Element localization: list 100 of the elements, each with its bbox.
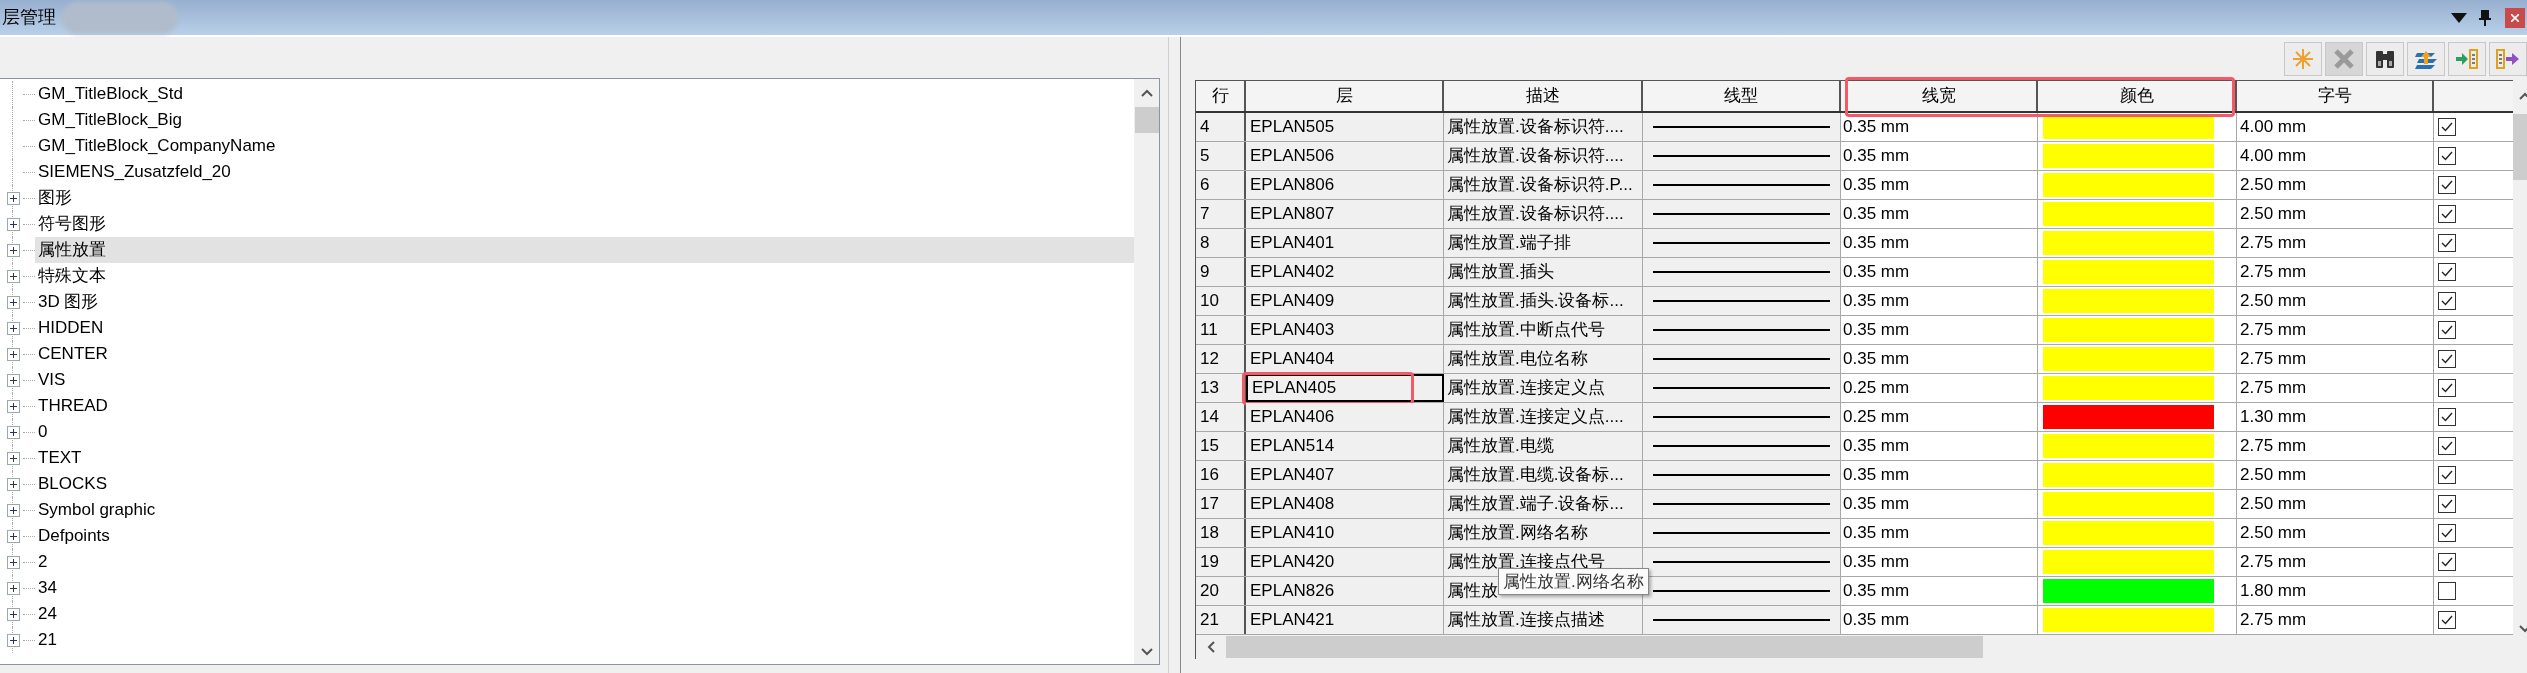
color-swatch[interactable] xyxy=(2043,492,2214,516)
dropdown-icon[interactable] xyxy=(2451,12,2467,23)
table-cell[interactable]: EPLAN401 xyxy=(1246,229,1444,257)
expand-icon[interactable] xyxy=(6,555,20,569)
close-button[interactable] xyxy=(2505,7,2525,28)
tree-item[interactable]: GM_TitleBlock_CompanyName xyxy=(35,133,1134,159)
tree-item[interactable]: GM_TitleBlock_Std xyxy=(35,81,1134,107)
column-header[interactable]: 线宽 xyxy=(1841,81,2038,111)
checkbox[interactable] xyxy=(2438,582,2456,600)
expand-icon[interactable] xyxy=(6,451,20,465)
tree-item[interactable]: TEXT xyxy=(35,445,1134,471)
color-swatch[interactable] xyxy=(2043,434,2214,458)
color-swatch[interactable] xyxy=(2043,463,2214,487)
expand-icon[interactable] xyxy=(6,503,20,517)
tree-item[interactable]: 符号图形 xyxy=(35,211,1134,237)
tree-item[interactable]: 0 xyxy=(35,419,1134,445)
column-header[interactable]: 线型 xyxy=(1643,81,1841,111)
color-swatch[interactable] xyxy=(2043,347,2214,371)
expand-icon[interactable] xyxy=(6,347,20,361)
column-header[interactable]: 字号 xyxy=(2237,81,2434,111)
table-cell[interactable]: EPLAN514 xyxy=(1246,432,1444,460)
checkbox[interactable] xyxy=(2438,379,2456,397)
table-cell[interactable]: EPLAN409 xyxy=(1246,287,1444,315)
expand-icon[interactable] xyxy=(6,191,20,205)
tree-item[interactable]: 34 xyxy=(35,575,1134,601)
checkbox[interactable] xyxy=(2438,205,2456,223)
checkbox[interactable] xyxy=(2438,176,2456,194)
scroll-down-icon[interactable] xyxy=(1140,648,1153,656)
color-swatch[interactable] xyxy=(2043,173,2214,197)
color-swatch[interactable] xyxy=(2043,318,2214,342)
table-cell[interactable]: EPLAN408 xyxy=(1246,490,1444,518)
checkbox[interactable] xyxy=(2438,524,2456,542)
tree-item[interactable]: SIEMENS_Zusatzfeld_20 xyxy=(35,159,1134,185)
tree-item[interactable]: THREAD xyxy=(35,393,1134,419)
checkbox[interactable] xyxy=(2438,408,2456,426)
tree-item[interactable]: VIS xyxy=(35,367,1134,393)
table-cell[interactable]: EPLAN402 xyxy=(1246,258,1444,286)
color-swatch[interactable] xyxy=(2043,550,2214,574)
expand-icon[interactable] xyxy=(6,399,20,413)
checkbox[interactable] xyxy=(2438,466,2456,484)
expand-icon[interactable] xyxy=(6,425,20,439)
table-cell[interactable]: EPLAN406 xyxy=(1246,403,1444,431)
tree-item[interactable]: CENTER xyxy=(35,341,1134,367)
expand-icon[interactable] xyxy=(6,581,20,595)
expand-icon[interactable] xyxy=(6,269,20,283)
column-header[interactable]: 颜色 xyxy=(2038,81,2237,111)
color-swatch[interactable] xyxy=(2043,405,2214,429)
color-swatch[interactable] xyxy=(2043,289,2214,313)
expand-icon[interactable] xyxy=(6,477,20,491)
color-swatch[interactable] xyxy=(2043,144,2214,168)
tree-item[interactable]: Defpoints xyxy=(35,523,1134,549)
expand-icon[interactable] xyxy=(6,217,20,231)
tree-item[interactable]: 21 xyxy=(35,627,1134,653)
table-cell[interactable]: EPLAN420 xyxy=(1246,548,1444,576)
color-swatch[interactable] xyxy=(2043,579,2214,603)
table-cell[interactable]: EPLAN421 xyxy=(1246,606,1444,634)
table-cell[interactable]: EPLAN806 xyxy=(1246,171,1444,199)
tree-item[interactable]: BLOCKS xyxy=(35,471,1134,497)
scroll-left-icon[interactable] xyxy=(1206,641,1216,653)
checkbox[interactable] xyxy=(2438,350,2456,368)
expand-icon[interactable] xyxy=(6,295,20,309)
color-swatch[interactable] xyxy=(2043,231,2214,255)
checkbox[interactable] xyxy=(2438,321,2456,339)
column-header[interactable]: 描述 xyxy=(1444,81,1643,111)
table-cell[interactable]: EPLAN404 xyxy=(1246,345,1444,373)
table-cell[interactable]: EPLAN506 xyxy=(1246,142,1444,170)
tree-item[interactable]: 2 xyxy=(35,549,1134,575)
expand-icon[interactable] xyxy=(6,529,20,543)
scroll-thumb[interactable] xyxy=(1134,107,1159,133)
tree-item[interactable]: HIDDEN xyxy=(35,315,1134,341)
toolbar-button[interactable] xyxy=(2366,41,2404,76)
color-swatch[interactable] xyxy=(2043,521,2214,545)
table-cell[interactable]: EPLAN407 xyxy=(1246,461,1444,489)
table-cell[interactable]: EPLAN403 xyxy=(1246,316,1444,344)
expand-icon[interactable] xyxy=(6,243,20,257)
tree-item[interactable]: 图形 xyxy=(35,185,1134,211)
checkbox[interactable] xyxy=(2438,292,2456,310)
expand-icon[interactable] xyxy=(6,607,20,621)
vertical-scrollbar[interactable] xyxy=(1134,79,1159,664)
column-header[interactable]: 层 xyxy=(1246,81,1444,111)
checkbox[interactable] xyxy=(2438,234,2456,252)
checkbox[interactable] xyxy=(2438,147,2456,165)
tree-item[interactable]: 特殊文本 xyxy=(35,263,1134,289)
column-header[interactable]: 行 xyxy=(1196,81,1246,111)
color-swatch[interactable] xyxy=(2043,608,2214,632)
expand-icon[interactable] xyxy=(6,321,20,335)
table-cell[interactable]: EPLAN807 xyxy=(1246,200,1444,228)
expand-icon[interactable] xyxy=(6,373,20,387)
tree-item[interactable]: 属性放置 xyxy=(35,237,1134,263)
scroll-thumb[interactable] xyxy=(1226,636,1983,658)
color-swatch[interactable] xyxy=(2043,202,2214,226)
color-swatch[interactable] xyxy=(2043,376,2214,400)
checkbox[interactable] xyxy=(2438,437,2456,455)
tree-item[interactable]: 24 xyxy=(35,601,1134,627)
checkbox[interactable] xyxy=(2438,495,2456,513)
tree-item[interactable]: GM_TitleBlock_Big xyxy=(35,107,1134,133)
pin-icon[interactable] xyxy=(2479,9,2491,26)
color-swatch[interactable] xyxy=(2043,260,2214,284)
table-cell[interactable]: EPLAN826 xyxy=(1246,577,1444,605)
expand-icon[interactable] xyxy=(6,633,20,647)
